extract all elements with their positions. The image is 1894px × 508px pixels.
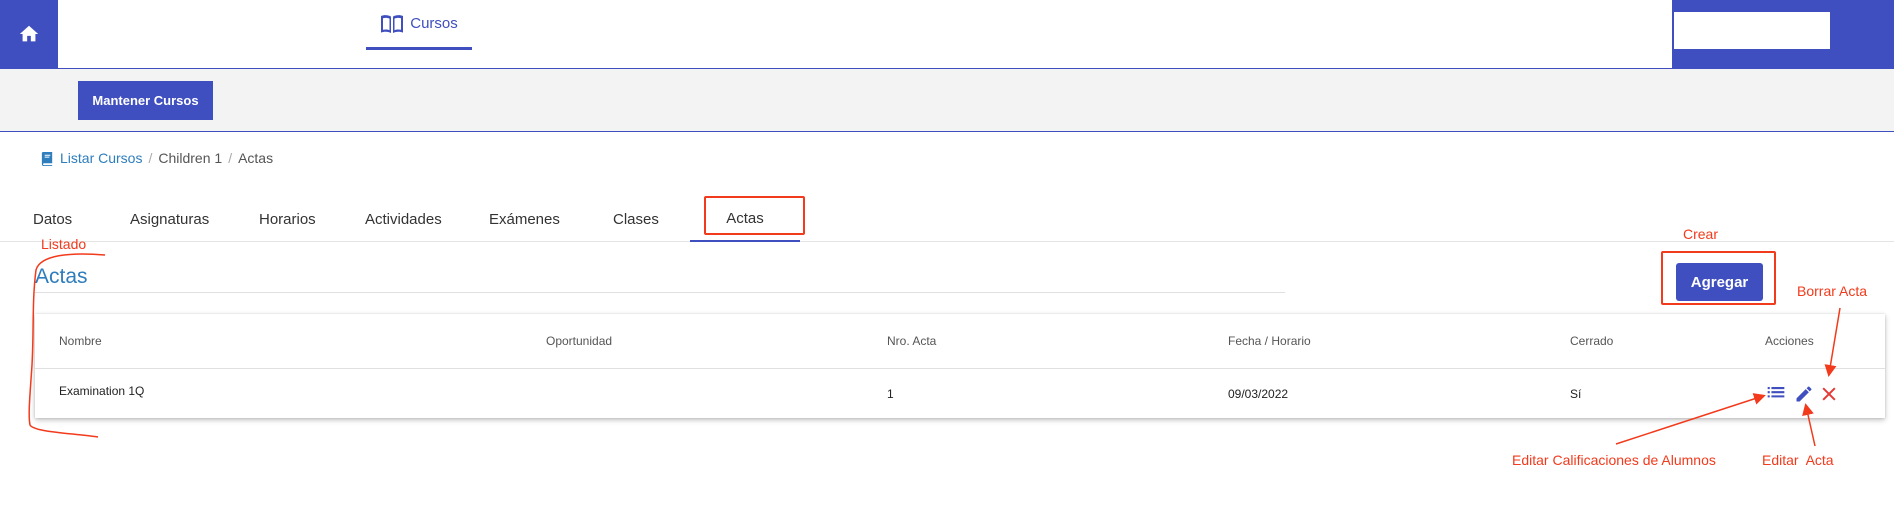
annotation-box-actas-tab: [704, 196, 805, 235]
tab-bar: Datos Asignaturas Horarios Actividades E…: [0, 196, 1894, 242]
home-icon: [19, 25, 39, 42]
annotation-editar-acta: Editar Acta: [1762, 452, 1834, 468]
breadcrumb-label: Listar Cursos: [60, 150, 143, 166]
tab-horarios[interactable]: Horarios: [259, 196, 316, 242]
tab-examenes[interactable]: Exámenes: [489, 196, 560, 242]
breadcrumb-actas: Actas: [238, 150, 274, 166]
annotation-editar-calificaciones: Editar Calificaciones de Alumnos: [1512, 452, 1716, 468]
breadcrumb: Listar Cursos / Children 1 / Actas: [40, 150, 273, 166]
annotation-box-agregar: [1661, 251, 1776, 305]
user-area: [1672, 0, 1894, 68]
annotation-borrar-acta: Borrar Acta: [1797, 283, 1868, 299]
actas-table: Nombre Oportunidad Nro. Acta Fecha / Hor…: [35, 314, 1885, 418]
edit-grades-button[interactable]: [1765, 381, 1787, 403]
breadcrumb-listar-cursos[interactable]: Listar Cursos: [40, 150, 142, 166]
user-box[interactable]: [1674, 12, 1830, 49]
section-title: Actas: [35, 265, 88, 288]
col-oportunidad: Oportunidad: [546, 334, 613, 348]
cell-nro-acta: 1: [887, 387, 894, 401]
nav-cursos[interactable]: Cursos: [366, 0, 472, 50]
col-nombre: Nombre: [59, 334, 102, 348]
sub-navbar: Mantener Cursos: [0, 69, 1894, 132]
col-nro-acta: Nro. Acta: [887, 334, 937, 348]
nav-cursos-label: Cursos: [410, 15, 458, 32]
cell-fecha: 09/03/2022: [1228, 387, 1289, 401]
top-navbar: Cursos: [0, 0, 1894, 69]
delete-acta-button[interactable]: [1818, 383, 1840, 405]
home-button[interactable]: [0, 0, 58, 68]
annotation-listado: Listado: [41, 236, 87, 252]
annotation-crear: Crear: [1683, 226, 1719, 242]
cell-cerrado: Sí: [1570, 387, 1582, 401]
breadcrumb-children: Children 1: [158, 150, 223, 166]
table-header: Nombre Oportunidad Nro. Acta Fecha / Hor…: [35, 314, 1885, 369]
book-icon: [41, 151, 53, 166]
tab-actividades[interactable]: Actividades: [365, 196, 442, 242]
section-divider: [35, 292, 1285, 293]
edit-acta-button[interactable]: [1793, 383, 1815, 405]
mantener-cursos-button[interactable]: Mantener Cursos: [78, 81, 213, 120]
col-acciones: Acciones: [1765, 334, 1814, 348]
list-icon: [1767, 387, 1785, 398]
close-icon: [1822, 387, 1836, 401]
breadcrumb-separator: /: [148, 150, 153, 166]
pencil-icon: [1796, 386, 1812, 402]
col-fecha-horario: Fecha / Horario: [1228, 334, 1311, 348]
col-cerrado: Cerrado: [1570, 334, 1614, 348]
breadcrumb-separator: /: [228, 150, 233, 166]
tab-clases[interactable]: Clases: [613, 196, 659, 242]
tab-asignaturas[interactable]: Asignaturas: [130, 196, 209, 242]
book-open-icon: [381, 14, 404, 33]
cell-nombre: Examination 1Q: [59, 384, 145, 398]
table-row: Examination 1Q 1 09/03/2022 Sí: [35, 370, 1885, 418]
